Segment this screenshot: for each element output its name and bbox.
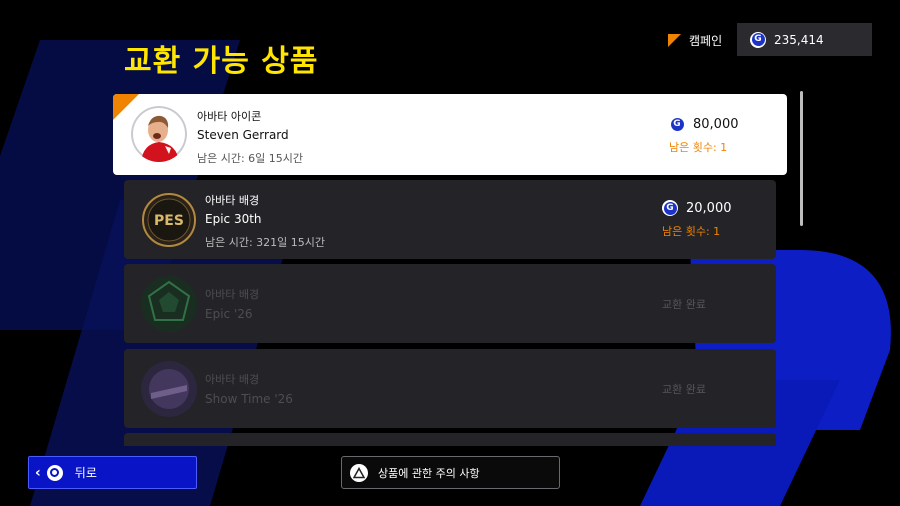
exchange-item-epic-26[interactable]: 아바타 배경 Epic '26 교환 완료 [124, 264, 776, 343]
chevron-left-icon: ‹ [35, 464, 41, 481]
product-notice-button[interactable]: 상품에 관한 주의 사항 [341, 456, 560, 489]
exchange-item-epic-30th[interactable]: PES 아바타 배경 Epic 30th 남은 시간: 321일 15시간 G … [124, 180, 776, 259]
exchange-list: 아바타 아이콘 Steven Gerrard 남은 시간: 6일 15시간 G … [0, 0, 900, 446]
item-remaining-count: 남은 횟수: 1 [669, 141, 728, 154]
campaign-corner-badge [113, 94, 139, 120]
gp-coin-icon: G [662, 200, 678, 216]
notice-label: 상품에 관한 주의 사항 [378, 466, 480, 480]
back-label: 뒤로 [74, 466, 97, 480]
item-type: 아바타 배경 [205, 194, 260, 207]
item-name: Show Time '26 [205, 392, 293, 406]
epic-30th-background-thumbnail: PES [141, 192, 197, 248]
steven-gerrard-avatar [131, 106, 187, 162]
item-price: G 80,000 [669, 116, 739, 132]
item-time-remaining: 남은 시간: 321일 15시간 [205, 236, 326, 249]
show-time-26-background-thumbnail [141, 361, 197, 417]
exchange-item-steven-gerrard[interactable]: 아바타 아이콘 Steven Gerrard 남은 시간: 6일 15시간 G … [113, 94, 787, 175]
list-scrollbar[interactable] [800, 91, 803, 226]
item-price-value: 80,000 [693, 116, 739, 132]
item-name: Epic '26 [205, 307, 253, 321]
item-remaining-count: 남은 횟수: 1 [662, 225, 721, 238]
gp-coin-icon: G [669, 116, 685, 132]
item-type: 아바타 배경 [205, 288, 260, 301]
item-type: 아바타 아이콘 [197, 110, 262, 123]
item-price: G 20,000 [662, 200, 732, 216]
exchange-item-next[interactable] [124, 433, 776, 446]
item-type: 아바타 배경 [205, 373, 260, 386]
item-name: Steven Gerrard [197, 128, 289, 142]
svg-text:PES: PES [154, 213, 184, 229]
item-time-remaining: 남은 시간: 6일 15시간 [197, 152, 304, 165]
item-exchanged-status: 교환 완료 [662, 298, 706, 311]
exchange-item-show-time-26[interactable]: 아바타 배경 Show Time '26 교환 완료 [124, 349, 776, 428]
item-name: Epic 30th [205, 212, 262, 226]
back-button[interactable]: ‹ 뒤로 [28, 456, 197, 489]
epic-26-background-thumbnail [141, 276, 197, 332]
triangle-button-icon [350, 463, 368, 482]
item-price-value: 20,000 [686, 200, 732, 216]
item-exchanged-status: 교환 완료 [662, 383, 706, 396]
circle-button-icon [46, 464, 63, 481]
